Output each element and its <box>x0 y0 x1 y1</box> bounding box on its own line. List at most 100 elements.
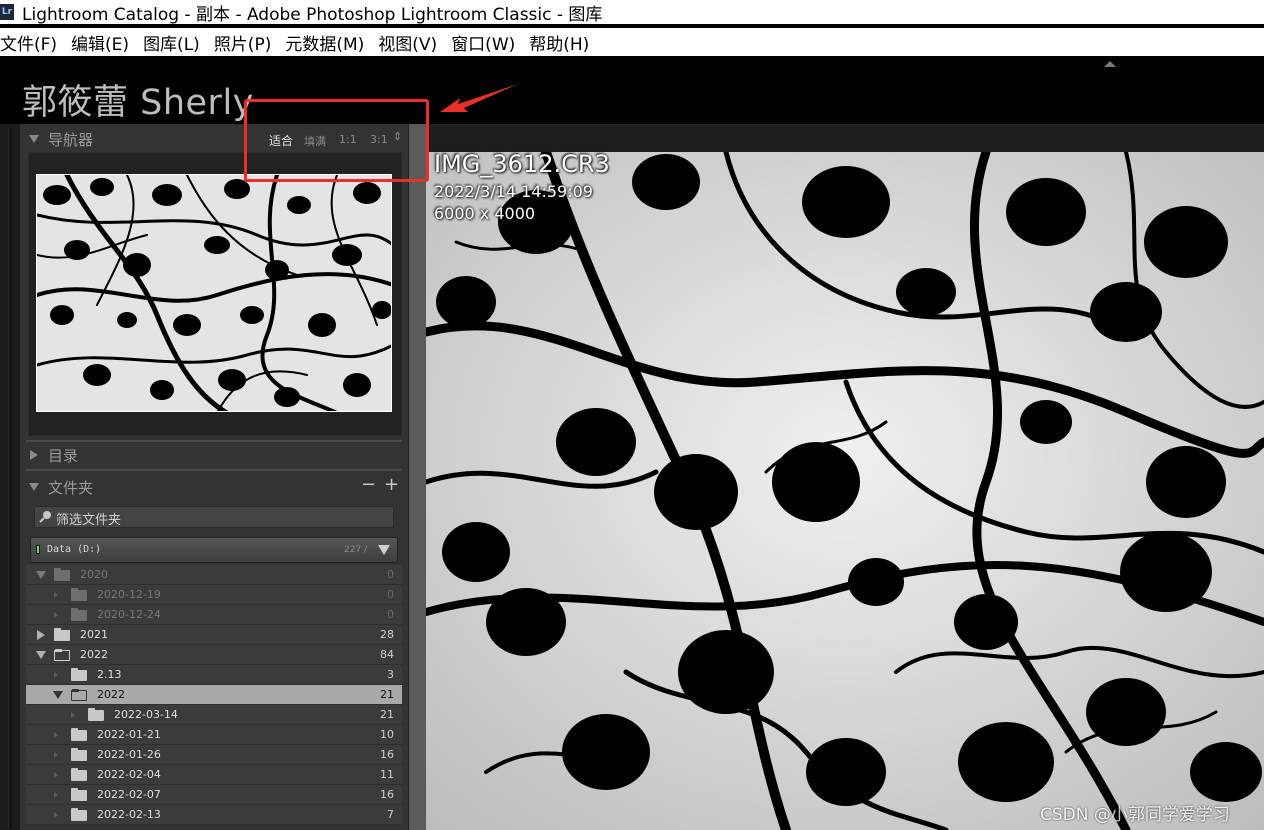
expand-triangle-icon <box>54 812 58 818</box>
folder-name: 2020-12-24 <box>97 608 161 621</box>
menu-window[interactable]: 窗口(W) <box>451 30 515 55</box>
expand-triangle-icon <box>54 612 58 618</box>
section-separator <box>26 469 402 471</box>
folder-row[interactable]: 2022-02-13 7 <box>26 805 402 825</box>
folder-name: 2022 <box>80 648 108 661</box>
folder-icon <box>71 768 87 781</box>
collapse-triangle-icon[interactable] <box>36 571 46 579</box>
folder-icon <box>71 808 87 821</box>
collapse-triangle-icon <box>29 483 39 491</box>
expand-triangle-icon <box>30 450 38 460</box>
folders-header[interactable]: 文件夹 − + <box>20 473 408 501</box>
catalog-label: 目录 <box>48 447 79 465</box>
folder-row[interactable]: 2022-02-04 11 <box>26 765 402 785</box>
folder-count: 16 <box>380 788 394 801</box>
folder-tree: 2020 0 2020-12-19 0 2020-12-24 0 2021 28… <box>26 565 402 825</box>
identity-plate[interactable]: 郭筱蕾 Sherly <box>22 74 254 125</box>
folder-row[interactable]: 2022-02-07 16 <box>26 785 402 805</box>
menu-bar: 文件(F) 编辑(E) 图库(L) 照片(P) 元数据(M) 视图(V) 窗口(… <box>0 28 1264 56</box>
left-panel-grip <box>8 128 12 828</box>
folder-name: 2.13 <box>97 668 122 681</box>
menu-help[interactable]: 帮助(H) <box>529 30 589 55</box>
search-icon <box>39 511 51 523</box>
folder-name: 2022 <box>97 688 125 701</box>
folder-icon <box>71 608 87 621</box>
menu-metadata[interactable]: 元数据(M) <box>285 30 364 55</box>
folder-icon <box>88 708 104 721</box>
expand-triangle-icon[interactable] <box>37 630 45 640</box>
folder-row[interactable]: 2022 84 <box>26 645 402 665</box>
folder-count: 0 <box>387 568 394 581</box>
folder-name: 2022-02-04 <box>97 768 161 781</box>
folder-count: 7 <box>387 808 394 821</box>
open-folder-icon <box>71 689 87 701</box>
volume-menu-arrow-icon[interactable] <box>378 545 390 555</box>
loupe-image <box>426 152 1264 830</box>
navigator-preview-image <box>37 175 391 411</box>
add-folder-button[interactable]: + <box>384 474 399 495</box>
top-panel-toggle-icon[interactable] <box>1104 61 1116 67</box>
folder-name: 2022-01-26 <box>97 748 161 761</box>
folder-name: 2021 <box>80 628 108 641</box>
folder-row[interactable]: 2021 28 <box>26 625 402 645</box>
volume-name: Data (D:) <box>47 544 102 555</box>
collapse-triangle-icon[interactable] <box>53 691 63 699</box>
expand-triangle-icon <box>54 752 58 758</box>
collapse-triangle-icon <box>29 135 39 143</box>
folder-row[interactable]: 2020 0 <box>26 565 402 585</box>
navigator-preview-thumbnail[interactable] <box>36 174 392 412</box>
menu-file[interactable]: 文件(F) <box>0 30 57 55</box>
loupe-top-strip <box>426 124 1264 152</box>
menu-edit[interactable]: 编辑(E) <box>71 30 129 55</box>
lightroom-app-icon: Lr <box>0 4 14 20</box>
panel-divider[interactable] <box>408 124 426 830</box>
catalog-header[interactable]: 目录 <box>20 441 408 469</box>
folder-icon <box>54 628 70 641</box>
folder-name: 2020 <box>80 568 108 581</box>
folder-row[interactable]: 2022-03-14 21 <box>26 705 402 725</box>
folder-icon <box>71 788 87 801</box>
expand-triangle-icon <box>54 672 58 678</box>
folder-count: 10 <box>380 728 394 741</box>
photo-dimensions: 6000 x 4000 <box>434 204 536 223</box>
folder-count: 28 <box>380 628 394 641</box>
watermark: CSDN @小郭同学爱学习 <box>1040 805 1230 825</box>
remove-folder-button[interactable]: − <box>361 474 376 495</box>
open-folder-icon <box>54 649 70 661</box>
folder-icon <box>71 588 87 601</box>
expand-triangle-icon <box>71 712 75 718</box>
loupe-photo[interactable] <box>426 152 1264 830</box>
folder-row-selected[interactable]: 2022 21 <box>26 685 402 705</box>
menu-view[interactable]: 视图(V) <box>378 30 437 55</box>
volume-status-led-icon <box>36 545 40 554</box>
folders-label: 文件夹 <box>48 479 94 497</box>
collapse-triangle-icon[interactable] <box>36 651 46 659</box>
folder-count: 0 <box>387 608 394 621</box>
expand-triangle-icon <box>54 772 58 778</box>
folder-name: 2022-02-07 <box>97 788 161 801</box>
folder-icon <box>54 568 70 581</box>
folder-count: 21 <box>380 708 394 721</box>
folder-name: 2022-01-21 <box>97 728 161 741</box>
folder-filter-placeholder: 筛选文件夹 <box>56 513 122 528</box>
folder-row[interactable]: 2020-12-19 0 <box>26 585 402 605</box>
menu-library[interactable]: 图库(L) <box>143 30 200 55</box>
photo-filename: IMG_3612.CR3 <box>434 150 610 178</box>
folder-count: 11 <box>380 768 394 781</box>
folder-count: 84 <box>380 648 394 661</box>
folder-icon <box>71 728 87 741</box>
expand-triangle-icon <box>54 592 58 598</box>
title-bar: Lr Lightroom Catalog - 副本 - Adobe Photos… <box>0 0 1264 25</box>
annotation-highlight-box <box>244 99 429 182</box>
menu-photo[interactable]: 照片(P) <box>214 30 272 55</box>
folder-row[interactable]: 2.13 3 <box>26 665 402 685</box>
folder-row[interactable]: 2020-12-24 0 <box>26 605 402 625</box>
folder-icon <box>71 748 87 761</box>
folder-count: 0 <box>387 588 394 601</box>
folder-name: 2022-02-13 <box>97 808 161 821</box>
folder-row[interactable]: 2022-01-26 16 <box>26 745 402 765</box>
folder-count: 3 <box>387 668 394 681</box>
volume-photo-count: 227 / <box>344 545 368 555</box>
folder-row[interactable]: 2022-01-21 10 <box>26 725 402 745</box>
expand-triangle-icon <box>54 732 58 738</box>
